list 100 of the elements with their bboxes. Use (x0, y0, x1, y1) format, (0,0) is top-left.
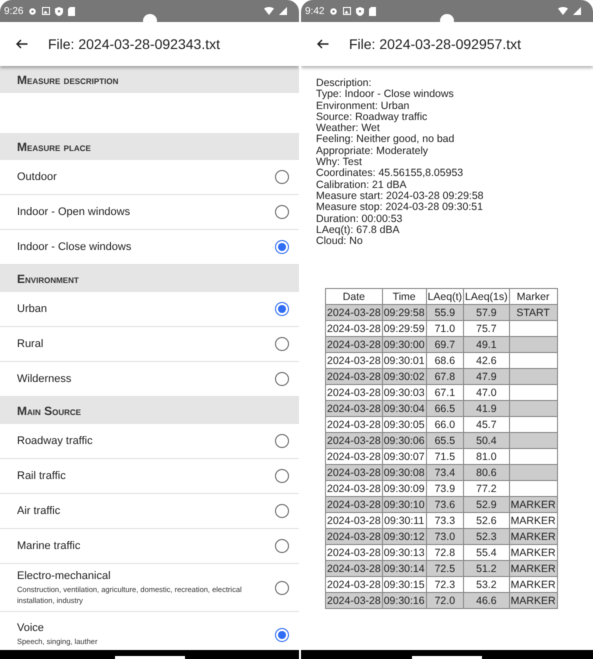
radio-button[interactable] (275, 302, 289, 316)
shield-icon (55, 6, 64, 16)
table-cell: 55.9 (426, 304, 464, 320)
status-time: 9:42 (305, 6, 324, 16)
table-cell: 73.0 (426, 528, 464, 544)
description-line: LAeq(t): 67.8 dBA (316, 224, 400, 236)
table-cell: 47.9 (464, 368, 510, 384)
table-cell: START (509, 304, 558, 320)
table-cell: MARKER (509, 560, 558, 576)
table-cell: 73.4 (426, 464, 464, 480)
table-cell: 41.9 (464, 400, 510, 416)
table-cell: 65.5 (426, 432, 464, 448)
table-cell: 52.9 (464, 496, 510, 512)
table-cell: 09:30:14 (382, 560, 426, 576)
table-cell: 49.1 (464, 336, 510, 352)
option-label: Roadway traffic (17, 435, 94, 447)
description-line: Why: Test (316, 157, 362, 168)
column-header: Date (326, 288, 382, 304)
description-line: Cloud: No (316, 236, 364, 248)
table-cell: 67.8 (426, 368, 464, 384)
description-line: Type: Indoor - Close windows (316, 89, 455, 101)
table-cell: 72.5 (426, 560, 464, 576)
table-cell: 2024-03-28 (326, 432, 382, 448)
back-icon[interactable] (16, 39, 28, 49)
wifi-icon (264, 7, 274, 15)
table-cell: 2024-03-28 (326, 592, 382, 608)
radio-button[interactable] (275, 539, 289, 553)
option-label: Indoor - Open windows (17, 206, 132, 218)
radio-button[interactable] (275, 170, 289, 184)
table-cell: 2024-03-28 (326, 528, 382, 544)
table-cell: 09:30:12 (382, 528, 426, 544)
table-cell: 2024-03-28 (326, 496, 382, 512)
radio-button[interactable] (275, 240, 289, 254)
table-cell: 72.0 (426, 592, 464, 608)
status-time: 9:26 (4, 6, 24, 16)
gear-icon (329, 6, 338, 16)
description-line: Weather: Wet (316, 123, 380, 134)
signal-icon (573, 7, 581, 15)
option-label: Rural (17, 338, 44, 350)
image-icon (42, 7, 50, 15)
signal-icon (279, 7, 287, 15)
table-cell: 2024-03-28 (326, 304, 382, 320)
table-cell: 09:30:04 (382, 400, 426, 416)
description-line: Coordinates: 45.56155,8.05953 (316, 168, 464, 180)
radio-button[interactable] (275, 581, 289, 596)
option-label: Air traffic (17, 505, 62, 517)
option-label: Marine traffic (17, 540, 82, 552)
table-cell: 2024-03-28 (326, 464, 382, 480)
table-cell: 2024-03-28 (326, 368, 382, 384)
description-line: Environment: Urban (316, 100, 410, 112)
table-cell: 69.7 (426, 336, 464, 352)
column-header: Time (382, 288, 426, 304)
radio-button[interactable] (275, 504, 289, 518)
table-cell: MARKER (509, 528, 558, 544)
table-cell: 66.5 (426, 400, 464, 416)
table-cell: 2024-03-28 (326, 336, 382, 352)
table-cell: 09:29:58 (382, 304, 426, 320)
table-cell: 46.6 (464, 592, 510, 608)
option-label: Voice (17, 622, 45, 634)
section-header: Measure place (0, 133, 299, 160)
description-line: Appropriate: Moderately (316, 146, 430, 158)
section-header: Main Source (0, 397, 299, 424)
option-label: Outdoor (17, 171, 58, 183)
table-cell: 09:30:06 (382, 432, 426, 448)
table-cell: MARKER (509, 496, 558, 512)
table-cell: 09:30:10 (382, 496, 426, 512)
option-label: Electro-mechanical (17, 570, 112, 582)
option-label: Rail traffic (17, 470, 67, 482)
radio-button[interactable] (275, 337, 289, 351)
table-cell: 09:30:16 (382, 592, 426, 608)
table-cell: 09:30:02 (382, 368, 426, 384)
gear-icon (28, 6, 38, 16)
table-cell: 2024-03-28 (326, 560, 382, 576)
table-cell: 50.4 (464, 432, 510, 448)
description-line: Measure start: 2024-03-28 09:29:58 (316, 190, 485, 202)
radio-button[interactable] (275, 372, 289, 386)
radio-button[interactable] (275, 205, 289, 219)
screen-title: File: 2024-03-28-092343.txt (48, 36, 220, 52)
table-cell: 52.3 (464, 528, 510, 544)
home-handle[interactable] (412, 656, 482, 659)
radio-button[interactable] (275, 469, 289, 483)
table-cell: 09:30:00 (382, 336, 426, 352)
description-line: Source: Roadway traffic (316, 112, 428, 123)
table-cell: 09:30:08 (382, 464, 426, 480)
radio-button[interactable] (275, 434, 289, 448)
sd-card-icon (369, 6, 376, 16)
back-icon[interactable] (317, 39, 329, 49)
table-cell: 57.9 (464, 304, 510, 320)
table-cell: 51.2 (464, 560, 510, 576)
column-header: LAeq(t) (426, 288, 464, 304)
shield-icon (356, 6, 364, 16)
description-line: Measure stop: 2024-03-28 09:30:51 (316, 202, 484, 214)
option-label: Indoor - Close windows (17, 241, 132, 253)
radio-button[interactable] (275, 628, 289, 642)
column-header: Marker (509, 288, 558, 304)
image-icon (343, 7, 352, 15)
screen-title: File: 2024-03-28-092957.txt (349, 36, 521, 52)
home-handle[interactable] (114, 656, 184, 659)
option-label: Wilderness (17, 373, 72, 385)
table-cell: 73.6 (426, 496, 464, 512)
